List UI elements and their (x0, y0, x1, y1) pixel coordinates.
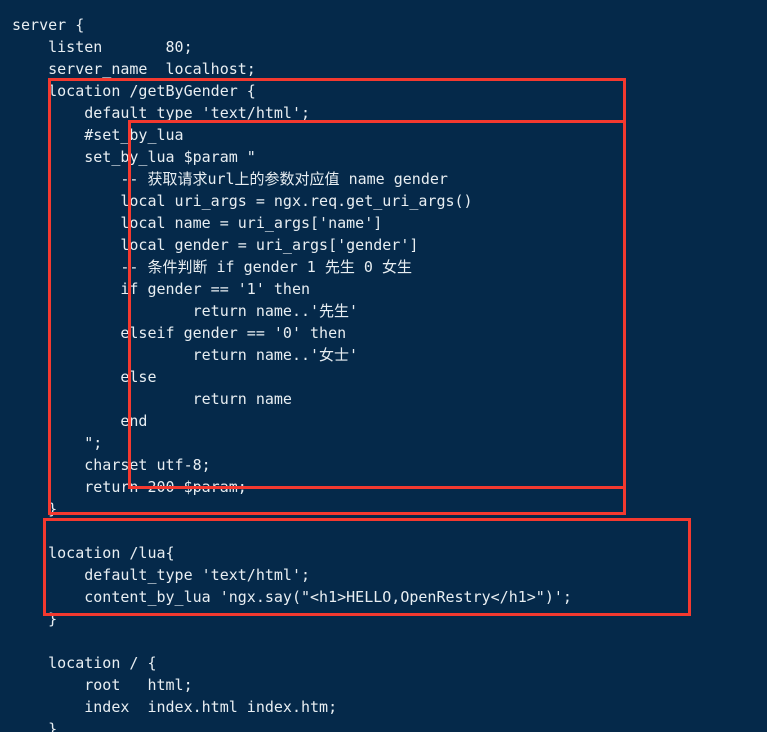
nginx-config-code-view: server { listen 80; server_name localhos… (0, 0, 767, 732)
nginx-config-code-text[interactable]: server { listen 80; server_name localhos… (12, 14, 572, 732)
